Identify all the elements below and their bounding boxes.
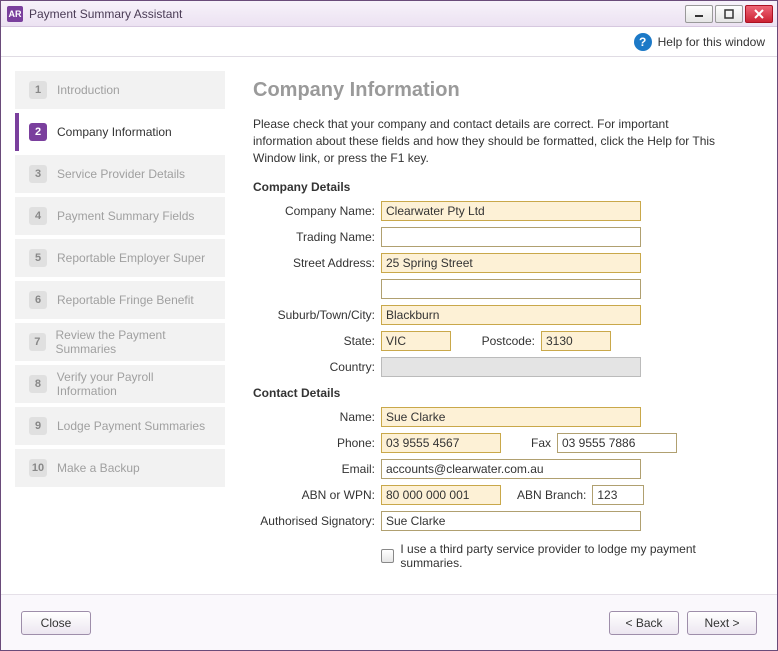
minimize-icon [694, 9, 704, 19]
step-label: Make a Backup [57, 461, 140, 475]
email-field[interactable] [381, 459, 641, 479]
street-address-field[interactable] [381, 253, 641, 273]
sidebar-step-service-provider-details[interactable]: 3 Service Provider Details [15, 155, 225, 193]
country-field[interactable] [381, 357, 641, 377]
trading-name-field[interactable] [381, 227, 641, 247]
trading-name-label: Trading Name: [253, 230, 381, 244]
sidebar-step-verify-payroll-information[interactable]: 8 Verify your Payroll Information [15, 365, 225, 403]
step-number: 1 [29, 81, 47, 99]
sidebar-step-reportable-fringe-benefit[interactable]: 6 Reportable Fringe Benefit [15, 281, 225, 319]
window-close-button[interactable] [745, 5, 773, 23]
step-number: 8 [29, 375, 47, 393]
help-link[interactable]: ? Help for this window [634, 33, 765, 51]
step-number: 9 [29, 417, 47, 435]
company-name-label: Company Name: [253, 204, 381, 218]
app-icon: AR [7, 6, 23, 22]
company-details-header: Company Details [253, 180, 743, 194]
sidebar-step-introduction[interactable]: 1 Introduction [15, 71, 225, 109]
window-controls [685, 5, 773, 23]
step-label: Introduction [57, 83, 120, 97]
sidebar-step-lodge-payment-summaries[interactable]: 9 Lodge Payment Summaries [15, 407, 225, 445]
app-window: AR Payment Summary Assistant ? Help for … [0, 0, 778, 651]
state-field[interactable] [381, 331, 451, 351]
window-title: Payment Summary Assistant [29, 7, 685, 21]
phone-label: Phone: [253, 436, 381, 450]
step-number: 4 [29, 207, 47, 225]
wizard-sidebar: 1 Introduction 2 Company Information 3 S… [15, 71, 225, 594]
sidebar-step-company-information[interactable]: 2 Company Information [15, 113, 225, 151]
abn-field[interactable] [381, 485, 501, 505]
step-label: Company Information [57, 125, 172, 139]
step-number: 7 [29, 333, 46, 351]
abn-branch-field[interactable] [592, 485, 644, 505]
sidebar-step-payment-summary-fields[interactable]: 4 Payment Summary Fields [15, 197, 225, 235]
step-label: Service Provider Details [57, 167, 185, 181]
postcode-field[interactable] [541, 331, 611, 351]
help-label: Help for this window [658, 35, 765, 49]
back-button[interactable]: < Back [609, 611, 679, 635]
maximize-button[interactable] [715, 5, 743, 23]
third-party-checkbox-row[interactable]: I use a third party service provider to … [381, 542, 743, 570]
step-label: Reportable Fringe Benefit [57, 293, 194, 307]
sidebar-step-make-a-backup[interactable]: 10 Make a Backup [15, 449, 225, 487]
abn-label: ABN or WPN: [253, 488, 381, 502]
page-description: Please check that your company and conta… [253, 116, 723, 166]
suburb-field[interactable] [381, 305, 641, 325]
fax-label: Fax [501, 436, 557, 450]
contact-name-field[interactable] [381, 407, 641, 427]
third-party-checkbox[interactable] [381, 549, 394, 563]
street-address-2-field[interactable] [381, 279, 641, 299]
abn-branch-label: ABN Branch: [501, 488, 592, 502]
step-number: 10 [29, 459, 47, 477]
minimize-button[interactable] [685, 5, 713, 23]
body-area: 1 Introduction 2 Company Information 3 S… [1, 57, 777, 594]
step-number: 5 [29, 249, 47, 267]
help-icon: ? [634, 33, 652, 51]
signatory-field[interactable] [381, 511, 641, 531]
signatory-label: Authorised Signatory: [253, 514, 381, 528]
step-number: 2 [29, 123, 47, 141]
company-name-field[interactable] [381, 201, 641, 221]
third-party-checkbox-label: I use a third party service provider to … [400, 542, 743, 570]
sidebar-step-review-payment-summaries[interactable]: 7 Review the Payment Summaries [15, 323, 225, 361]
step-number: 6 [29, 291, 47, 309]
step-label: Review the Payment Summaries [56, 328, 216, 356]
contact-name-label: Name: [253, 410, 381, 424]
step-label: Reportable Employer Super [57, 251, 205, 265]
next-button[interactable]: Next > [687, 611, 757, 635]
sidebar-step-reportable-employer-super[interactable]: 5 Reportable Employer Super [15, 239, 225, 277]
street-address-label: Street Address: [253, 256, 381, 270]
close-icon [754, 9, 764, 19]
postcode-label: Postcode: [451, 334, 541, 348]
fax-field[interactable] [557, 433, 677, 453]
page-heading: Company Information [253, 79, 743, 102]
maximize-icon [724, 9, 734, 19]
step-label: Payment Summary Fields [57, 209, 194, 223]
content-pane: Company Information Please check that yo… [245, 71, 763, 594]
country-label: Country: [253, 360, 381, 374]
step-label: Verify your Payroll Information [57, 370, 215, 398]
email-label: Email: [253, 462, 381, 476]
titlebar: AR Payment Summary Assistant [1, 1, 777, 27]
phone-field[interactable] [381, 433, 501, 453]
footer: Close < Back Next > [1, 594, 777, 650]
contact-details-header: Contact Details [253, 386, 743, 400]
close-button[interactable]: Close [21, 611, 91, 635]
state-label: State: [253, 334, 381, 348]
step-label: Lodge Payment Summaries [57, 419, 205, 433]
toolbar: ? Help for this window [1, 27, 777, 57]
suburb-label: Suburb/Town/City: [253, 308, 381, 322]
step-number: 3 [29, 165, 47, 183]
